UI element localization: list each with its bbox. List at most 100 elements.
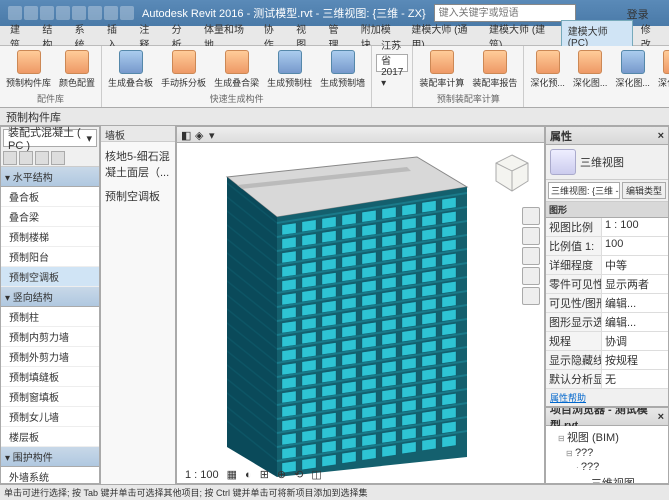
property-value[interactable]: 编辑... <box>602 313 668 331</box>
chevron-down-icon[interactable]: ▾ <box>209 129 221 141</box>
vp-icon[interactable]: ◈ <box>195 129 207 141</box>
tree-category[interactable]: ▾ 围护构件 <box>1 447 99 467</box>
vc-icon[interactable]: ⊕ <box>275 468 288 481</box>
nav-pan-icon[interactable] <box>522 227 540 245</box>
props-category: 图形 <box>546 202 668 218</box>
property-value[interactable]: 无 <box>602 370 668 388</box>
ribbon-button[interactable]: 手动拆分板 <box>159 48 208 91</box>
tree-item[interactable]: 楼层板 <box>1 427 99 447</box>
vc-icon[interactable]: ⟲ <box>292 468 305 481</box>
tree-item[interactable]: 预制柱 <box>1 307 99 327</box>
library-toolbar <box>1 149 99 167</box>
property-row[interactable]: 详细程度中等 <box>546 256 668 275</box>
property-row[interactable]: 显示隐藏线按规程 <box>546 351 668 370</box>
property-value[interactable]: 协调 <box>602 332 668 350</box>
tree-category[interactable]: ▾ 水平结构 <box>1 167 99 187</box>
property-name: 显示隐藏线 <box>546 351 602 369</box>
browser-node[interactable]: ??? <box>548 446 666 460</box>
property-row[interactable]: 比例值 1:100 <box>546 237 668 256</box>
property-name: 可见性/图形替换 <box>546 294 602 312</box>
tree-item[interactable]: 外墙系统 <box>1 467 99 483</box>
tree-item[interactable]: 预制楼梯 <box>1 227 99 247</box>
nav-zoom-icon[interactable] <box>522 247 540 265</box>
property-value[interactable]: 编辑... <box>602 294 668 312</box>
property-row[interactable]: 零件可见性显示两者 <box>546 275 668 294</box>
property-name: 规程 <box>546 332 602 350</box>
tool-icon[interactable] <box>35 151 49 165</box>
property-name: 零件可见性 <box>546 275 602 293</box>
tree-item[interactable]: 预制窗填板 <box>1 387 99 407</box>
vc-icon[interactable]: ◐ <box>243 469 254 481</box>
vc-icon[interactable]: ⊞ <box>258 468 271 481</box>
detail-body: 核地5-细石混凝土面层（... 预制空调板 <box>101 142 175 484</box>
nav-orbit-icon[interactable] <box>522 267 540 285</box>
ribbon-button[interactable]: 深化预... <box>528 48 567 91</box>
properties-title: 属性 <box>550 128 572 144</box>
library-type-combo[interactable]: 装配式混凝土 ( PC ) ▾ <box>3 129 97 147</box>
tree-item[interactable]: 叠合梁 <box>1 207 99 227</box>
vc-icon[interactable]: ◫ <box>309 468 323 481</box>
ribbon-button[interactable]: 生成预制柱 <box>265 48 314 91</box>
ribbon-button[interactable]: 颜色配置 <box>57 48 97 91</box>
project-browser-panel: 项目浏览器 - 测试模型.rvt × 视图 (BIM)??????三维视图BIM… <box>545 407 669 484</box>
property-name: 比例值 1: <box>546 237 602 255</box>
ribbon-button[interactable]: 预制构件库 <box>4 48 53 91</box>
property-value[interactable]: 显示两者 <box>602 275 668 293</box>
ribbon-combo[interactable]: 江苏省2017 ▾ <box>376 54 408 72</box>
nav-wheel-icon[interactable] <box>522 207 540 225</box>
instance-selector[interactable]: 三维视图: {三维 - ZX} <box>548 182 620 199</box>
viewport-3d[interactable]: ◧ ◈ ▾ 1 : <box>176 126 545 484</box>
edit-type-button[interactable]: 编辑类型 <box>622 182 666 199</box>
tree-category[interactable]: ▾ 竖向结构 <box>1 287 99 307</box>
properties-help-link[interactable]: 属性帮助 <box>546 389 668 406</box>
ribbon-button[interactable]: 装配率计算 <box>417 48 466 91</box>
browser-node[interactable]: ??? <box>548 460 666 474</box>
detail-header: 墙板 <box>101 126 175 142</box>
ribbon-button[interactable]: 生成叠合梁 <box>212 48 261 91</box>
property-name: 默认分析显示... <box>546 370 602 388</box>
tool-icon[interactable] <box>51 151 65 165</box>
ribbon-button[interactable]: 深化图... <box>571 48 610 91</box>
ribbon-button[interactable]: 深化预... <box>656 48 669 91</box>
property-row[interactable]: 图形显示选项编辑... <box>546 313 668 332</box>
ribbon-button[interactable]: 深化图... <box>613 48 652 91</box>
tree-item[interactable]: 预制内剪力墙 <box>1 327 99 347</box>
browser-node[interactable]: 三维视图 <box>548 474 666 484</box>
ribbon-button[interactable]: 生成叠合板 <box>106 48 155 91</box>
ribbon-icon <box>663 50 669 74</box>
tree-item[interactable]: 预制阳台 <box>1 247 99 267</box>
property-value[interactable]: 中等 <box>602 256 668 274</box>
tree-item[interactable]: 叠合板 <box>1 187 99 207</box>
property-name: 图形显示选项 <box>546 313 602 331</box>
detail-item[interactable]: 预制空调板 <box>105 186 171 206</box>
tree-item[interactable]: 预制填缝板 <box>1 367 99 387</box>
tool-icon[interactable] <box>3 151 17 165</box>
property-row[interactable]: 视图比例1 : 100 <box>546 218 668 237</box>
vc-icon[interactable]: ▦ <box>225 468 239 481</box>
property-row[interactable]: 规程协调 <box>546 332 668 351</box>
property-value[interactable]: 按规程 <box>602 351 668 369</box>
close-icon[interactable]: × <box>658 411 664 423</box>
tool-icon[interactable] <box>19 151 33 165</box>
scale-label[interactable]: 1 : 100 <box>183 469 221 481</box>
vp-icon[interactable]: ◧ <box>181 129 193 141</box>
property-row[interactable]: 默认分析显示...无 <box>546 370 668 389</box>
ribbon-icon <box>578 50 602 74</box>
tree-item[interactable]: 预制外剪力墙 <box>1 347 99 367</box>
property-row[interactable]: 可见性/图形替换编辑... <box>546 294 668 313</box>
panel-bar: 预制构件库 <box>0 108 669 126</box>
nav-icon[interactable] <box>522 287 540 305</box>
ribbon-button[interactable]: 装配率报告 <box>470 48 519 91</box>
property-value[interactable]: 1 : 100 <box>602 218 668 236</box>
library-tree: ▾ 水平结构叠合板叠合梁预制楼梯预制阳台预制空调板▾ 竖向结构预制柱预制内剪力墙… <box>1 167 99 483</box>
tree-item[interactable]: 预制女儿墙 <box>1 407 99 427</box>
tree-item[interactable]: 预制空调板 <box>1 267 99 287</box>
ribbon-button[interactable]: 生成预制墙 <box>318 48 367 91</box>
viewcube[interactable] <box>490 151 534 195</box>
browser-node[interactable]: 视图 (BIM) <box>548 428 666 446</box>
detail-item[interactable]: 核地5-细石混凝土面层（... <box>105 146 171 182</box>
close-icon[interactable]: × <box>658 130 664 142</box>
ribbon-button-label: 生成预制柱 <box>267 76 312 89</box>
property-value[interactable]: 100 <box>602 237 668 255</box>
ribbon-button-label: 预制构件库 <box>6 76 51 89</box>
